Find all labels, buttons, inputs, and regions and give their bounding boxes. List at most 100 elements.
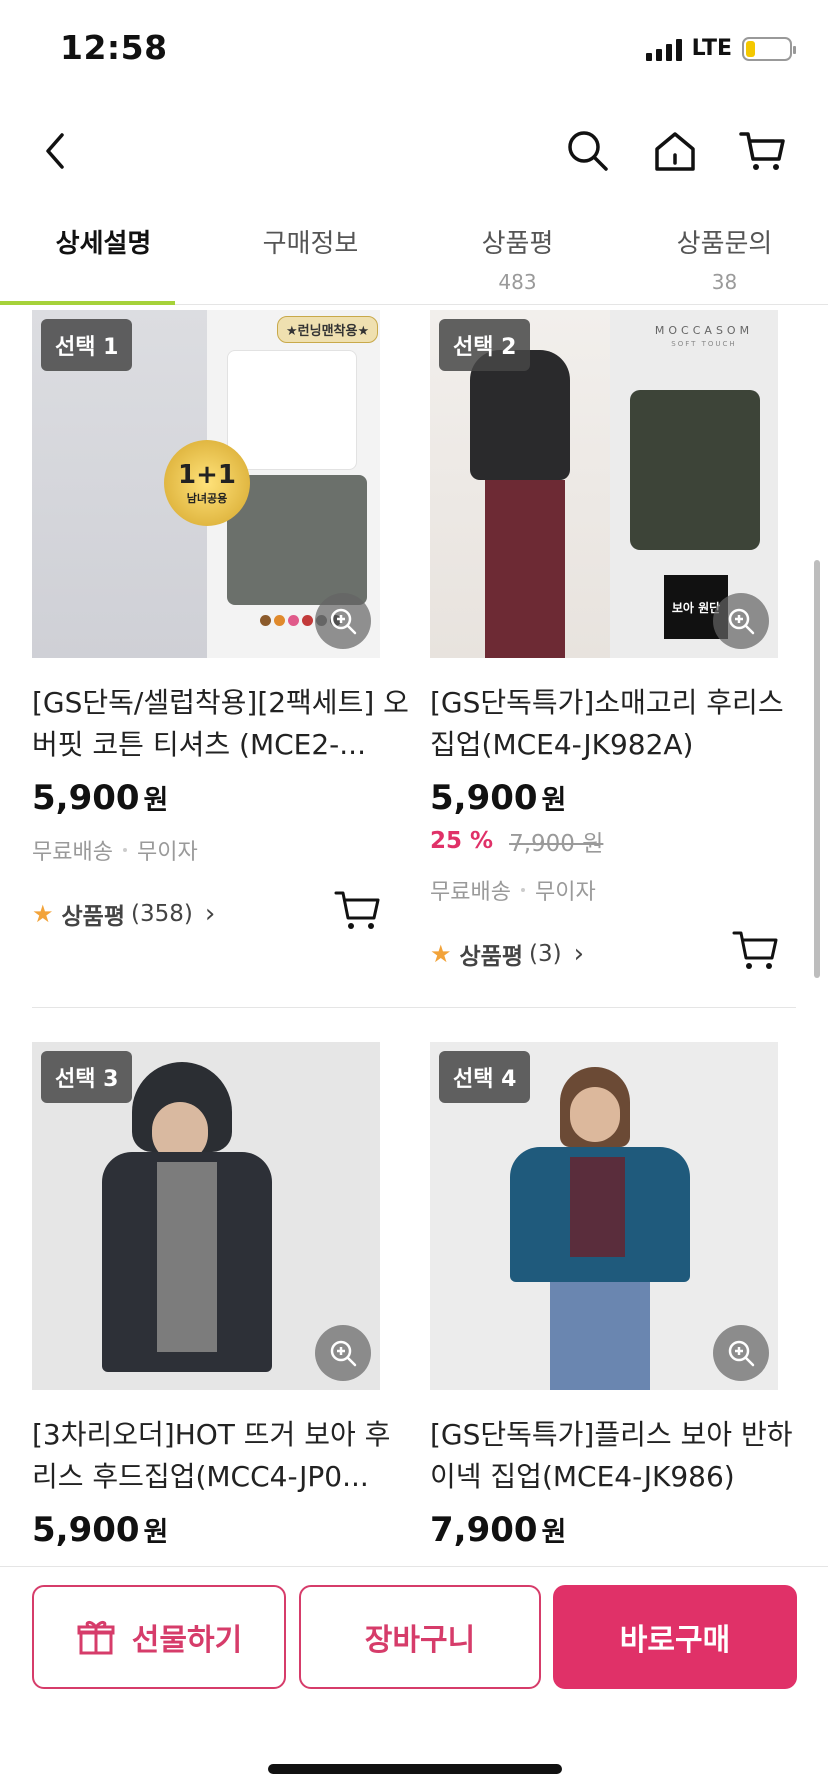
- tab-label: 구매정보: [262, 229, 359, 259]
- zoom-in-icon: [330, 1340, 357, 1367]
- option-badge: 선택 4: [439, 1051, 531, 1103]
- tab-detail[interactable]: 상세설명: [0, 205, 207, 305]
- home-icon: [655, 132, 695, 171]
- product-card[interactable]: 선택 4 [GS단독특가]플리스 보아 반하이넥 집업(MCE4-JK986) …: [430, 1042, 810, 1550]
- buy-now-button[interactable]: 바로구매: [553, 1585, 797, 1689]
- installment-label: 무이자: [534, 880, 596, 905]
- product-image[interactable]: MOCCASOM SOFT TOUCH 보아 원단 선택 2: [430, 310, 778, 658]
- price-value: 5,900: [32, 1510, 140, 1550]
- cart-button[interactable]: 장바구니: [299, 1585, 541, 1689]
- zoom-in-icon: [728, 1340, 755, 1367]
- review-link[interactable]: ★ 상품평 (358) ›: [32, 891, 412, 934]
- star-icon: ★: [430, 940, 452, 968]
- image-brand: MOCCASOM: [654, 324, 754, 337]
- product-title[interactable]: [3차리오더]HOT 뜨거 보아 후리스 후드집업(MCC4-JP0...: [32, 1414, 412, 1498]
- product-image[interactable]: ★런닝맨착용★ 1+1 남녀공용 선택 1: [32, 310, 380, 658]
- discount-info: 25 % 7,900 원: [430, 824, 810, 858]
- product-price: 5,900 원: [32, 1510, 412, 1550]
- price-value: 7,900: [430, 1510, 538, 1550]
- status-bar: 12:58 LTE: [0, 0, 828, 100]
- tab-purchase-info[interactable]: 구매정보: [207, 205, 414, 304]
- zoom-button[interactable]: [713, 593, 769, 649]
- product-price: 5,900 원: [430, 778, 810, 818]
- star-icon: ★: [32, 900, 54, 928]
- add-to-cart-button[interactable]: [732, 928, 778, 976]
- product-price: 5,900 원: [32, 778, 412, 818]
- cart-icon: [334, 891, 380, 929]
- one-plus-one-badge: 1+1 남녀공용: [164, 440, 250, 526]
- currency: 원: [541, 1517, 567, 1548]
- product-title[interactable]: [GS단독/셀럽착용][2팩세트] 오버핏 코튼 티셔츠 (MCE2-...: [32, 682, 412, 766]
- tab-qna[interactable]: 상품문의 38: [621, 205, 828, 304]
- product-card[interactable]: MOCCASOM SOFT TOUCH 보아 원단 선택 2 [GS단독특가]소…: [430, 310, 810, 974]
- add-to-cart-button[interactable]: [334, 888, 380, 936]
- chevron-left-icon: [46, 133, 64, 169]
- product-title[interactable]: [GS단독특가]소매고리 후리스 집업(MCE4-JK982A): [430, 682, 810, 766]
- signal-icon: [645, 37, 682, 61]
- cart-header-button[interactable]: [737, 126, 787, 176]
- original-price: 7,900 원: [509, 831, 604, 857]
- zoom-in-icon: [728, 608, 755, 635]
- top-nav-bar: [0, 110, 828, 190]
- shipping-info: 무료배송 무이자: [430, 874, 810, 906]
- status-indicators: LTE: [645, 36, 796, 61]
- product-price: 7,900 원: [430, 1510, 810, 1550]
- gift-label: 선물하기: [131, 1623, 243, 1658]
- tab-count: 483: [498, 270, 537, 294]
- chevron-right-icon: ›: [573, 939, 584, 969]
- product-title[interactable]: [GS단독특가]플리스 보아 반하이넥 집업(MCE4-JK986): [430, 1414, 810, 1498]
- option-badge: 선택 3: [41, 1051, 133, 1103]
- tab-label: 상세설명: [55, 229, 152, 259]
- installment-label: 무이자: [136, 840, 198, 865]
- discount-percent: 25 %: [430, 828, 494, 854]
- cart-icon: [739, 132, 785, 170]
- gift-button[interactable]: 선물하기: [32, 1585, 286, 1689]
- zoom-button[interactable]: [315, 1325, 371, 1381]
- search-icon: [568, 131, 608, 171]
- review-label: 상품평: [459, 944, 523, 970]
- product-card[interactable]: 선택 3 [3차리오더]HOT 뜨거 보아 후리스 후드집업(MCC4-JP0.…: [32, 1042, 412, 1550]
- tab-count: 38: [711, 270, 738, 294]
- zoom-button[interactable]: [315, 593, 371, 649]
- product-image[interactable]: 선택 4: [430, 1042, 778, 1390]
- shipping-label: 무료배송: [430, 880, 511, 905]
- status-time: 12:58: [60, 28, 168, 67]
- scrollbar[interactable]: [814, 560, 820, 978]
- review-count: (3): [529, 941, 562, 967]
- tab-active-underline: [0, 301, 175, 305]
- home-button[interactable]: [650, 126, 700, 176]
- product-image[interactable]: 선택 3: [32, 1042, 380, 1390]
- product-detail-tabs: 상세설명 구매정보 상품평 483 상품문의 38: [0, 205, 828, 305]
- image-brand-sub: SOFT TOUCH: [671, 340, 737, 348]
- back-button[interactable]: [30, 126, 80, 176]
- battery-icon: [742, 36, 796, 61]
- currency: 원: [143, 1517, 169, 1548]
- tab-reviews[interactable]: 상품평 483: [414, 205, 621, 304]
- review-link[interactable]: ★ 상품평 (3) ›: [430, 931, 810, 974]
- currency: 원: [143, 785, 169, 816]
- cart-icon: [732, 931, 778, 969]
- network-type: LTE: [691, 36, 732, 61]
- product-card[interactable]: ★런닝맨착용★ 1+1 남녀공용 선택 1 [GS단독/셀럽착용][2팩세트] …: [32, 310, 412, 934]
- zoom-in-icon: [330, 608, 357, 635]
- tab-label: 상품문의: [676, 229, 773, 259]
- tab-label: 상품평: [481, 229, 554, 259]
- search-button[interactable]: [563, 126, 613, 176]
- chevron-right-icon: ›: [204, 899, 216, 929]
- shipping-label: 무료배송: [32, 840, 113, 865]
- zoom-button[interactable]: [713, 1325, 769, 1381]
- option-badge: 선택 2: [439, 319, 531, 371]
- cart-label: 장바구니: [364, 1623, 476, 1658]
- shipping-info: 무료배송 무이자: [32, 834, 412, 866]
- option-badge: 선택 1: [41, 319, 133, 371]
- gift-icon: [77, 1620, 115, 1655]
- review-count: (358): [131, 901, 193, 927]
- home-indicator[interactable]: [268, 1764, 562, 1774]
- row-divider: [32, 1007, 796, 1008]
- review-label: 상품평: [61, 904, 125, 930]
- price-value: 5,900: [430, 778, 538, 818]
- bottom-action-bar: 선물하기 장바구니 바로구매: [0, 1566, 828, 1792]
- buy-now-label: 바로구매: [619, 1623, 731, 1658]
- image-tag: ★런닝맨착용★: [277, 316, 379, 343]
- price-value: 5,900: [32, 778, 140, 818]
